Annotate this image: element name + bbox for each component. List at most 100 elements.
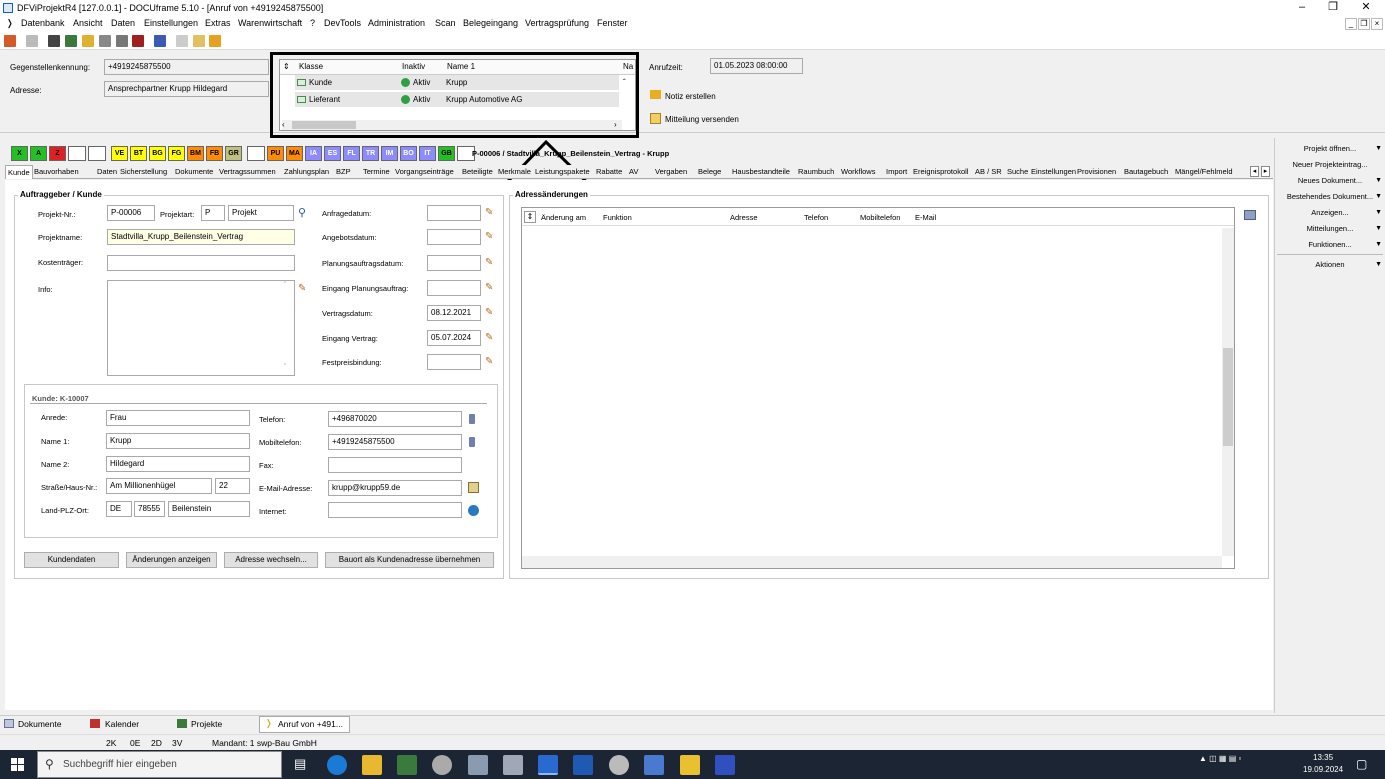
mdi-restore-icon[interactable]: ❐ [1358,18,1370,30]
menu-help[interactable]: ? [310,18,315,28]
tab-ab-sr[interactable]: AB / SR [975,165,1002,178]
windows-start-icon[interactable] [11,758,24,771]
hscrollbar[interactable] [522,556,1222,568]
notiz-icon[interactable] [650,90,661,99]
word-icon[interactable] [573,755,593,775]
app-icon-1[interactable] [397,755,417,775]
menu-extras[interactable]: Extras [205,18,231,28]
menu-vertragspruefung[interactable]: Vertragsprüfung [525,18,589,28]
action-4[interactable]: Anzeigen... ▼ [1275,205,1385,221]
edit-pencil-icon[interactable]: ✎ [485,282,496,293]
info-scroll-up-icon[interactable]: ˆ [284,282,286,289]
email-icon[interactable] [468,482,479,493]
toolbar-export-icon[interactable] [209,35,221,47]
mobil-field[interactable]: +4919245875500 [328,434,462,450]
menu-datenbank[interactable]: Datenbank [21,18,65,28]
action-1[interactable]: Neuer Projekteintrag... [1275,157,1385,173]
status-chip[interactable]: X [11,146,28,161]
col-adresse[interactable]: Adresse [730,213,758,222]
tab-bzp[interactable]: BZP [336,165,351,178]
menu-warenwirtschaft[interactable]: Warenwirtschaft [238,18,302,28]
export-icon[interactable] [1244,210,1256,220]
toolbar-print-icon[interactable] [26,35,38,47]
gegenstelle-field[interactable]: +4919245875500 [104,59,269,75]
tab-bautagebuch[interactable]: Bautagebuch [1124,165,1168,178]
projektart-code-field[interactable]: P [201,205,225,221]
bottomtab-dokumente[interactable]: Dokumente [18,719,61,729]
tab-mängel-fehlmeld[interactable]: Mängel/Fehlmeld [1175,165,1233,178]
gear-icon[interactable] [609,755,629,775]
globe-icon[interactable] [468,505,479,516]
tray-icons[interactable]: ▲ ◫ ▦ ▤ ▫ [1199,754,1241,763]
close-icon[interactable]: ✕ [1358,1,1374,15]
col-email[interactable]: E-Mail [915,213,936,222]
tab-raumbuch[interactable]: Raumbuch [798,165,834,178]
status-chip[interactable]: MA [286,146,303,161]
edge-icon[interactable] [327,755,347,775]
hausnr-field[interactable]: 22 [215,478,250,494]
status-chip[interactable]: FG [168,146,185,161]
toolbar-doc-icon[interactable] [176,35,188,47]
name1-field[interactable]: Krupp [106,433,250,449]
tab-einstellungen[interactable]: Einstellungen [1031,165,1076,178]
menu-administration[interactable]: Administration [368,18,425,28]
status-chip[interactable]: A [30,146,47,161]
status-chip[interactable] [68,146,86,161]
status-chip[interactable]: IM [381,146,398,161]
projektname-field[interactable]: Stadtvilla_Krupp_Beilenstein_Vertrag [107,229,295,245]
action-0[interactable]: Projekt öffnen... ▼ [1275,141,1385,157]
projektart-field[interactable]: Projekt [228,205,294,221]
edit-pencil-icon[interactable]: ✎ [485,332,496,343]
toolbar-bookmark-icon[interactable] [154,35,166,47]
tab-ereignisprotokoll[interactable]: Ereignisprotokoll [913,165,968,178]
mdi-minimize-icon[interactable]: _ [1345,18,1357,30]
status-chip[interactable]: ES [324,146,341,161]
tab-provisionen[interactable]: Provisionen [1077,165,1116,178]
phone-icon[interactable] [469,414,475,424]
status-chip[interactable]: FL [343,146,360,161]
status-chip[interactable]: IT [419,146,436,161]
menu-belegeingang[interactable]: Belegeingang [463,18,518,28]
adressaenderungen-grid[interactable]: ⇕ Änderung am Funktion Adresse Telefon M… [521,207,1235,569]
bottomtab-anruf[interactable]: Anruf von +491... [278,719,343,729]
toolbar-folder-icon[interactable] [193,35,205,47]
tab-kunde[interactable]: Kunde [5,165,33,179]
kundendaten-button[interactable]: Kundendaten [24,552,119,568]
telefon-field[interactable]: +496870020 [328,411,462,427]
tab-vorgangseinträge[interactable]: Vorgangseinträge [395,165,454,178]
status-chip[interactable]: Z [49,146,66,161]
status-chip[interactable]: BO [400,146,417,161]
toolbar-list-icon[interactable] [65,35,77,47]
edit-pencil-icon[interactable]: ✎ [485,231,496,242]
status-chip[interactable]: BT [130,146,147,161]
grid-sort-icon[interactable]: ⇕ [524,211,536,223]
mobile-phone-icon[interactable] [469,437,475,447]
search-icon[interactable]: ⚲ [298,206,306,219]
action-2[interactable]: Neues Dokument... ▼ [1275,173,1385,189]
tab-leistungspakete[interactable]: Leistungspakete [535,165,590,178]
action-6[interactable]: Funktionen... ▼ [1275,237,1385,253]
mitteilung-icon[interactable] [650,113,661,124]
tab-belege[interactable]: Belege [698,165,721,178]
status-chip[interactable]: BG [149,146,166,161]
menu-einstellungen[interactable]: Einstellungen [144,18,198,28]
tab-daten[interactable]: Daten [97,165,117,178]
status-chip[interactable]: IA [305,146,322,161]
mitteilung-link[interactable]: Mitteilung versenden [665,115,739,124]
toolbar-user-icon[interactable] [4,35,16,47]
action-3[interactable]: Bestehendes Dokument... ▼ [1275,189,1385,205]
anrede-field[interactable]: Frau [106,410,250,426]
tab-workflows[interactable]: Workflows [841,165,875,178]
adresse-wechseln-button[interactable]: Adresse wechseln... [224,552,318,568]
internet-field[interactable] [328,502,462,518]
toolbar-note-icon[interactable] [82,35,94,47]
app-icon-2[interactable] [468,755,488,775]
tab-vertragssummen[interactable]: Vertragssummen [219,165,276,178]
status-chip[interactable]: FB [206,146,223,161]
tab-vergaben[interactable]: Vergaben [655,165,687,178]
status-chip[interactable]: GB [438,146,455,161]
notification-icon[interactable]: ▢ [1356,757,1367,771]
tab-hausbestandteile[interactable]: Hausbestandteile [732,165,790,178]
col-aenderung-am[interactable]: Änderung am [541,213,586,222]
status-chip[interactable]: BM [187,146,204,161]
